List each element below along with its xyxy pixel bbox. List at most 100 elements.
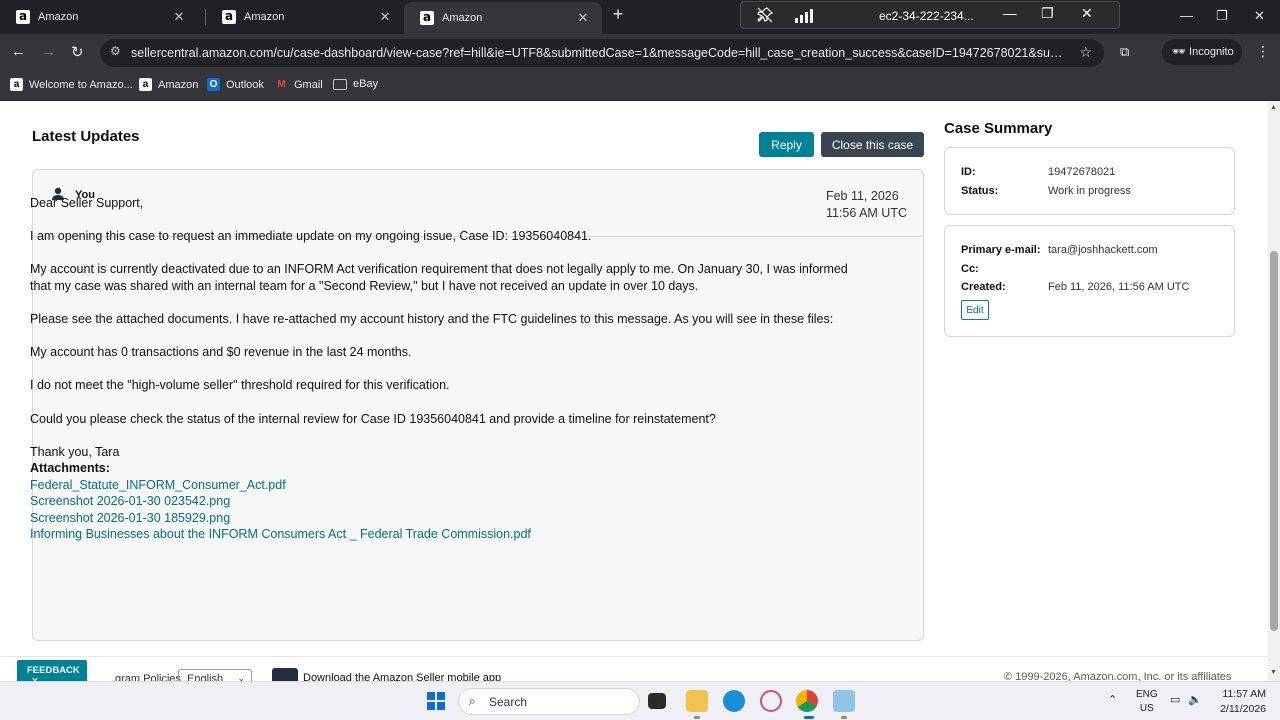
task-view-icon[interactable] xyxy=(648,693,666,709)
page-scrollbar[interactable]: ▲ ▼ xyxy=(1268,101,1280,681)
system-clock[interactable]: 11:57 AM 2/11/2026 xyxy=(1206,687,1266,717)
window-close-icon[interactable]: ✕ xyxy=(1254,8,1265,24)
cast-icon[interactable]: ⧉ xyxy=(1120,44,1129,60)
gmail-icon: M xyxy=(275,78,288,91)
incognito-label: Incognito xyxy=(1189,46,1234,58)
show-hidden-icons-icon[interactable]: ⌃ xyxy=(1108,693,1117,706)
close-case-button[interactable]: Close this case xyxy=(821,132,924,157)
back-arrow-icon[interactable]: ← xyxy=(11,43,26,60)
bookmark-gmail[interactable]: M Gmail xyxy=(275,78,323,91)
attachments-heading: Attachments: xyxy=(30,461,110,476)
created-value: Feb 11, 2026, 11:56 AM UTC xyxy=(1048,281,1190,293)
close-tab-icon[interactable]: ✕ xyxy=(168,9,190,25)
browser-toolbar: ← → ↻ ⚙ sellercentral.amazon.com/cu/case… xyxy=(0,34,1280,71)
edge-icon[interactable] xyxy=(723,690,745,712)
restore-icon[interactable]: ❐ xyxy=(1041,5,1054,22)
download-app-link[interactable]: Download the Amazon Seller mobile app xyxy=(303,672,501,681)
windows-taskbar: ⌕ Search ⌃ ENG US ▭ 🔈 11:57 AM 2/11/2026 xyxy=(0,681,1280,720)
reload-icon[interactable]: ↻ xyxy=(71,43,84,61)
message-paragraph: Dear Seller Support, xyxy=(30,196,144,210)
bookmark-label: Gmail xyxy=(294,78,323,91)
message-paragraph: Could you please check the status of the… xyxy=(30,411,716,426)
case-id-card: ID: 19472678021 Status: Work in progress xyxy=(944,147,1235,215)
edit-button[interactable]: Edit xyxy=(961,300,989,320)
connection-quality-icon[interactable] xyxy=(795,9,813,23)
browser-tab-1[interactable]: a Amazon ✕ xyxy=(0,0,198,34)
language-select[interactable]: English ⌄ xyxy=(178,669,252,681)
message-paragraph: My account has 0 transactions and $0 rev… xyxy=(30,345,412,360)
clock-time: 11:57 AM xyxy=(1222,688,1266,700)
bookmark-amazon[interactable]: a Amazon xyxy=(139,78,198,91)
input-language[interactable]: ENG US xyxy=(1136,688,1158,716)
tab-title: Amazon xyxy=(442,12,483,24)
browser-tab-bar: a Amazon ✕ a Amazon ✕ a Amazon ✕ + ec2-3… xyxy=(0,0,1280,34)
bookmark-outlook[interactable]: O Outlook xyxy=(207,78,264,91)
taskbar-search[interactable]: ⌕ Search xyxy=(458,688,640,715)
search-icon: ⌕ xyxy=(469,694,476,708)
chrome-icon[interactable] xyxy=(796,690,818,712)
volume-icon[interactable]: 🔈 xyxy=(1188,693,1202,706)
bookmarks-bar: a Welcome to Amazo... a Amazon O Outlook… xyxy=(0,71,1280,101)
remote-desktop-icon[interactable] xyxy=(833,690,855,712)
created-label: Created: xyxy=(961,281,1006,293)
remote-session-bar: ec2-34-222-234... — ❐ ✕ xyxy=(740,1,1120,29)
incognito-badge[interactable]: 🕶 Incognito xyxy=(1162,39,1242,65)
incognito-icon: 🕶 xyxy=(1172,46,1186,58)
network-icon[interactable]: ▭ xyxy=(1170,693,1180,706)
message-paragraph: My account is currently deactivated due … xyxy=(30,262,848,293)
case-summary-heading: Case Summary xyxy=(944,120,1053,137)
windows-start-icon[interactable] xyxy=(427,692,445,710)
snipping-tool-icon[interactable] xyxy=(760,690,782,712)
bookmark-star-icon[interactable]: ☆ xyxy=(1079,44,1092,61)
message-body: Dear Seller Support, I am opening this c… xyxy=(30,195,870,543)
message-paragraph: I do not meet the "high-volume seller" t… xyxy=(30,378,450,393)
pin-icon[interactable] xyxy=(757,7,774,26)
amazon-favicon-icon: a xyxy=(16,10,30,24)
browser-tab-2[interactable]: a Amazon ✕ xyxy=(206,0,404,34)
feedback-label: FEEDBACK xyxy=(27,665,80,676)
language-code: ENG xyxy=(1136,689,1158,700)
message-signoff: Thank you, Tara xyxy=(30,444,120,459)
reply-button[interactable]: Reply xyxy=(759,132,814,157)
browser-menu-icon[interactable]: ⋮ xyxy=(1256,43,1270,60)
browser-tab-3-active[interactable]: a Amazon ✕ xyxy=(404,2,602,34)
bookmark-ebay[interactable]: eBay xyxy=(333,78,378,90)
case-id-label: ID: xyxy=(961,166,976,178)
site-info-icon[interactable]: ⚙ xyxy=(110,44,121,58)
bookmark-label: eBay xyxy=(353,78,379,90)
amazon-favicon-icon: a xyxy=(139,78,152,91)
file-explorer-icon[interactable] xyxy=(686,690,708,712)
amazon-favicon-icon: a xyxy=(420,11,434,25)
case-status-label: Status: xyxy=(961,185,999,197)
scroll-down-icon[interactable]: ▼ xyxy=(1270,669,1277,676)
tab-title: Amazon xyxy=(244,11,285,23)
message-paragraph: I am opening this case to request an imm… xyxy=(30,229,592,244)
forward-arrow-icon[interactable]: → xyxy=(41,43,56,60)
window-minimize-icon[interactable]: — xyxy=(1180,8,1193,23)
url-text: sellercentral.amazon.com/cu/case-dashboa… xyxy=(131,46,1066,60)
scrollbar-thumb[interactable] xyxy=(1270,251,1278,631)
close-tab-icon[interactable]: ✕ xyxy=(572,10,594,26)
address-bar[interactable]: ⚙ sellercentral.amazon.com/cu/case-dashb… xyxy=(100,39,1104,67)
program-policies-link[interactable]: gram Policies xyxy=(115,673,181,681)
attachment-link[interactable]: Screenshot 2026-01-30 023542.png xyxy=(30,493,870,510)
page-footer: gram Policies English ⌄ Download the Ama… xyxy=(0,656,1268,681)
page-content: Latest Updates Reply Close this case You… xyxy=(0,101,1268,681)
window-restore-icon[interactable]: ❐ xyxy=(1216,8,1228,24)
bookmark-welcome[interactable]: a Welcome to Amazo... xyxy=(10,78,133,91)
attachment-link[interactable]: Informing Businesses about the INFORM Co… xyxy=(30,526,870,543)
primary-email-label: Primary e-mail: xyxy=(961,244,1041,256)
active-indicator xyxy=(804,716,814,719)
close-icon[interactable]: ✕ xyxy=(1081,5,1093,22)
bookmark-label: Outlook xyxy=(226,78,264,91)
new-tab-button[interactable]: + xyxy=(608,4,628,28)
amazon-favicon-icon: a xyxy=(10,78,23,91)
scroll-up-icon[interactable]: ▲ xyxy=(1270,104,1277,111)
minimize-icon[interactable]: — xyxy=(1003,5,1017,21)
search-placeholder: Search xyxy=(489,695,528,709)
running-indicator xyxy=(694,716,700,719)
attachment-link[interactable]: Federal_Statute_INFORM_Consumer_Act.pdf xyxy=(30,477,870,494)
feedback-tab[interactable]: FEEDBACK ✕ xyxy=(17,660,87,681)
close-tab-icon[interactable]: ✕ xyxy=(374,9,396,25)
attachment-link[interactable]: Screenshot 2026-01-30 185929.png xyxy=(30,510,870,527)
